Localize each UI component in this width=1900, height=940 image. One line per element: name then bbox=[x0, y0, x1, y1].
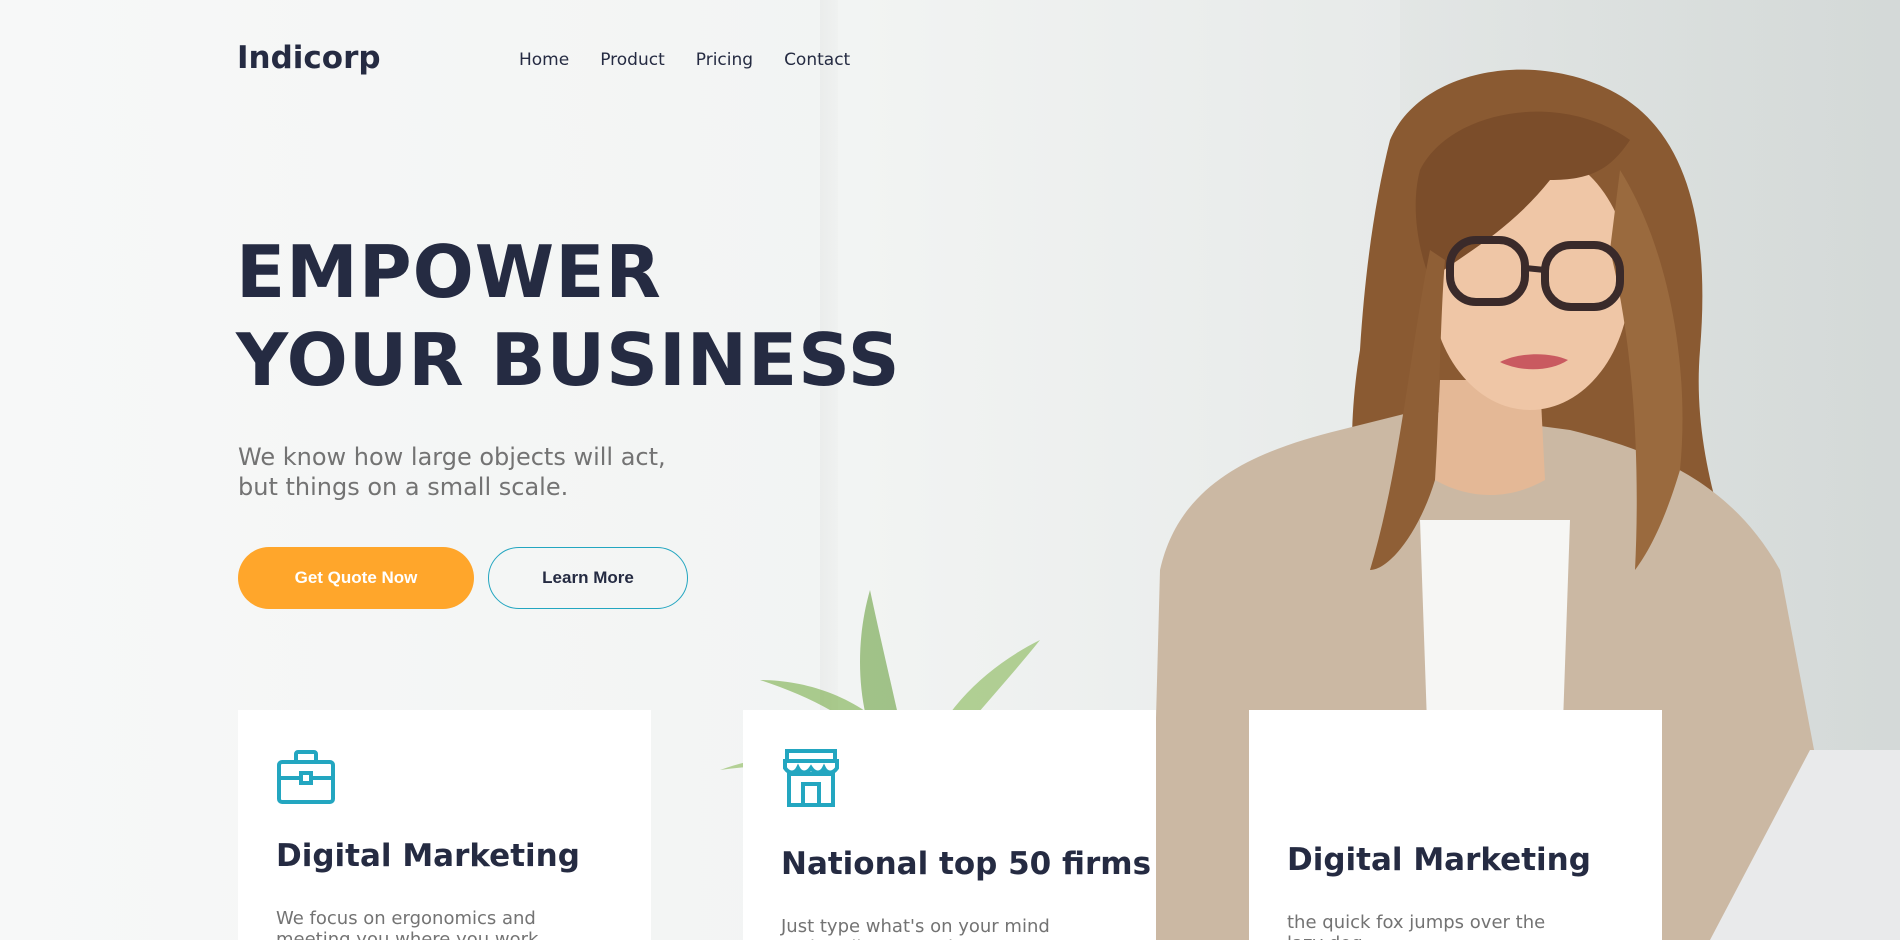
hero-subtitle-line-2: but things on a small scale. bbox=[238, 473, 569, 501]
feature-card-text: We focus on ergonomics and meeting you w… bbox=[276, 908, 545, 940]
storefront-icon bbox=[783, 749, 839, 807]
feature-card: Digital Marketing the quick fox jumps ov… bbox=[1249, 710, 1662, 940]
hero-subtitle-line-1: We know how large objects will act, bbox=[238, 443, 666, 471]
feature-card-title: Digital Marketing bbox=[276, 838, 580, 874]
feature-card-title: National top 50 firms bbox=[781, 846, 1152, 882]
brand-logo[interactable]: Indicorp bbox=[237, 40, 381, 76]
feature-card-title: Digital Marketing bbox=[1287, 842, 1591, 878]
learn-more-button[interactable]: Learn More bbox=[488, 547, 688, 609]
nav-home[interactable]: Home bbox=[519, 50, 569, 70]
hero-title: EMPOWER YOUR BUSINESS bbox=[236, 228, 901, 404]
nav-pricing[interactable]: Pricing bbox=[696, 50, 753, 70]
landing-page: Indicorp Home Product Pricing Contact EM… bbox=[0, 0, 1900, 940]
main-nav: Home Product Pricing Contact bbox=[519, 50, 850, 70]
briefcase-icon bbox=[277, 750, 335, 804]
feature-card-text: the quick fox jumps over the lazy dog bbox=[1287, 912, 1546, 940]
get-quote-button[interactable]: Get Quote Now bbox=[238, 547, 474, 609]
feature-card: National top 50 firms Just type what's o… bbox=[743, 710, 1156, 940]
feature-card-text: Just type what's on your mind and we'll … bbox=[781, 916, 1050, 940]
nav-contact[interactable]: Contact bbox=[784, 50, 850, 70]
hero-subtitle: We know how large objects will act, but … bbox=[238, 442, 758, 502]
nav-product[interactable]: Product bbox=[600, 50, 665, 70]
card-icon-placeholder bbox=[1287, 748, 1347, 808]
hero-title-line-1: EMPOWER bbox=[236, 230, 662, 314]
hero-title-line-2: YOUR BUSINESS bbox=[236, 318, 901, 402]
feature-card: Digital Marketing We focus on ergonomics… bbox=[238, 710, 651, 940]
